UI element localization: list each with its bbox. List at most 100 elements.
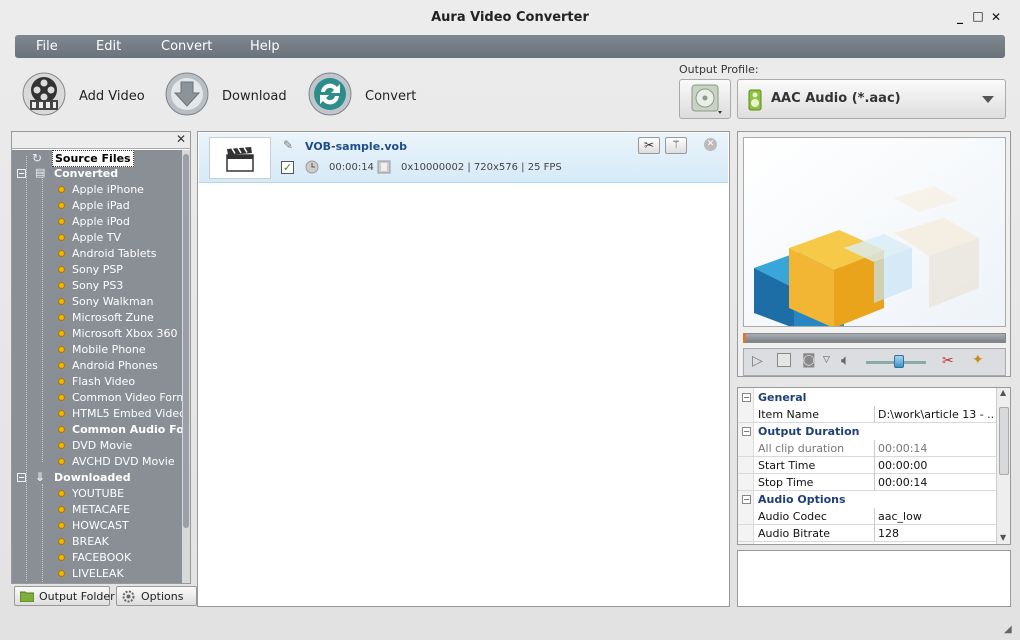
property-label: Item Name xyxy=(758,408,819,421)
tree-item-label: Apple iPad xyxy=(72,199,130,212)
trim-button[interactable]: ✂ xyxy=(638,137,660,154)
tree-item-label: Common Audio Formats xyxy=(72,423,182,436)
property-label: Audio Bitrate xyxy=(758,527,831,540)
bullet-icon xyxy=(58,330,65,337)
tree-item-label: HOWCAST xyxy=(72,519,129,532)
minimize-button[interactable]: _ xyxy=(952,10,968,24)
seek-bar[interactable] xyxy=(743,333,1006,343)
effects-button[interactable]: ⚚ xyxy=(665,137,687,154)
tree-item-label: Source Files xyxy=(52,150,134,167)
file-list-item[interactable]: ✎ VOB-sample.vob ✓ 00:00:14 0x10000002 |… xyxy=(199,133,728,183)
scissors-icon[interactable]: ✂ xyxy=(942,353,954,369)
close-icon[interactable]: ✕ xyxy=(176,132,186,146)
stop-icon[interactable] xyxy=(777,353,791,367)
bullet-icon xyxy=(58,394,65,401)
bullet-icon xyxy=(58,522,65,529)
tree-item-label: DVD Movie xyxy=(72,439,133,452)
property-row-all-clip[interactable]: All clip duration 00:00:14 xyxy=(738,440,996,457)
app-window: Aura Video Converter _ □ ✕ File Edit Con… xyxy=(0,0,1020,640)
scroll-up-icon[interactable]: ▲ xyxy=(1000,388,1006,397)
property-value[interactable]: aac_low xyxy=(878,510,994,523)
tree-item-label: FACEBOOK xyxy=(72,551,132,564)
tree-item-common-audio[interactable]: Common Audio Formats xyxy=(12,422,182,438)
property-value[interactable]: 00:00:00 xyxy=(878,459,994,472)
clock-icon xyxy=(305,160,319,174)
volume-slider-thumb[interactable] xyxy=(893,355,904,368)
tree-item-label: AVCHD DVD Movie xyxy=(72,455,175,468)
file-checkbox[interactable]: ✓ xyxy=(281,161,294,174)
section-label: Output Duration xyxy=(758,425,860,438)
tree-panel-header: ✕ xyxy=(12,132,190,149)
properties-scrollbar[interactable]: ▲ ▼ xyxy=(996,388,1010,544)
property-value[interactable]: D:\work\article 13 - ... xyxy=(878,408,994,421)
tree-item-label: Apple iPod xyxy=(72,215,130,228)
scrollbar-thumb[interactable] xyxy=(183,154,189,528)
add-video-button[interactable]: Add Video xyxy=(22,72,152,122)
property-row-audio-codec[interactable]: Audio Codec aac_low xyxy=(738,508,996,525)
tree-item-label: Apple TV xyxy=(72,231,122,244)
bullet-icon xyxy=(58,442,65,449)
property-row-audio-bitrate[interactable]: Audio Bitrate 128 xyxy=(738,525,996,542)
bullet-icon xyxy=(58,186,65,193)
property-value[interactable]: 128 xyxy=(878,527,994,540)
preview-panel: ▷ ◙ ▽ 🔈︎ ✂ ✦ xyxy=(737,131,1011,377)
tree-item-label: Converted xyxy=(54,167,119,180)
download-label: Download xyxy=(222,89,287,104)
tree-item-label: LIVELEAK xyxy=(72,567,124,580)
tree-item-label: Android Tablets xyxy=(72,247,157,260)
collapse-icon[interactable]: − xyxy=(742,427,751,436)
profile-tree-panel: ✕ ↻ Source Files − ▤ Converted Apple iPh… xyxy=(11,131,191,584)
chevron-down-icon[interactable]: ▽ xyxy=(823,355,830,365)
section-audio-options[interactable]: − Audio Options xyxy=(738,491,996,508)
camera-icon[interactable]: ◙ xyxy=(802,352,816,368)
tree-item-label: BREAK xyxy=(72,535,109,548)
scroll-down-icon[interactable]: ▼ xyxy=(1000,533,1006,542)
property-row-start-time[interactable]: Start Time 00:00:00 xyxy=(738,457,996,474)
close-button[interactable]: ✕ xyxy=(988,10,1004,24)
download-arrow-icon xyxy=(165,72,209,116)
file-name[interactable]: VOB-sample.vob xyxy=(305,140,407,153)
tree-item-common-video[interactable]: Common Video Formats xyxy=(12,390,182,406)
menu-edit[interactable]: Edit xyxy=(96,39,121,54)
convert-button[interactable]: Convert xyxy=(308,72,423,122)
menu-convert[interactable]: Convert xyxy=(161,39,212,54)
collapse-icon[interactable]: − xyxy=(17,169,26,178)
bullet-icon xyxy=(58,378,65,385)
collapse-icon[interactable]: − xyxy=(17,473,26,482)
scrollbar-thumb[interactable] xyxy=(999,407,1009,475)
volume-icon[interactable]: 🔈︎ xyxy=(841,351,850,369)
title-bar: Aura Video Converter _ □ ✕ xyxy=(0,0,1020,34)
output-folder-button[interactable]: Output Folder xyxy=(14,586,115,606)
resize-grip-icon[interactable]: ◢ xyxy=(1004,624,1016,636)
download-arrow-icon: ⇓ xyxy=(35,470,46,484)
tree-scrollbar[interactable] xyxy=(182,150,190,583)
convert-label: Convert xyxy=(365,89,417,104)
section-output-duration[interactable]: − Output Duration xyxy=(738,423,996,440)
section-general[interactable]: − General xyxy=(738,389,996,406)
property-value[interactable]: 00:00:14 xyxy=(878,476,994,489)
collapse-icon[interactable]: − xyxy=(742,495,751,504)
collapse-icon[interactable]: − xyxy=(742,393,751,402)
download-button[interactable]: Download xyxy=(165,72,290,122)
remove-item-icon[interactable]: ✕ xyxy=(704,138,717,151)
maximize-button[interactable]: □ xyxy=(970,9,986,23)
bullet-icon xyxy=(58,266,65,273)
magic-wand-icon: ⚚ xyxy=(671,138,681,151)
seek-position-marker[interactable] xyxy=(743,333,746,343)
tree-item-label: Mobile Phone xyxy=(72,343,146,356)
menu-file[interactable]: File xyxy=(36,39,58,54)
add-video-label: Add Video xyxy=(79,89,145,104)
menu-help[interactable]: Help xyxy=(250,39,280,54)
rename-pencil-icon[interactable]: ✎ xyxy=(283,138,293,152)
play-icon[interactable]: ▷ xyxy=(752,353,763,369)
options-button[interactable]: Options xyxy=(116,586,197,606)
output-profile-select[interactable]: AAC Audio (*.aac) xyxy=(737,79,1006,119)
tree-connector xyxy=(42,172,43,462)
output-profile-device-button[interactable] xyxy=(679,79,731,119)
file-list[interactable]: ✎ VOB-sample.vob ✓ 00:00:14 0x10000002 |… xyxy=(197,131,730,607)
property-row-stop-time[interactable]: Stop Time 00:00:14 xyxy=(738,474,996,491)
menu-bar: File Edit Convert Help xyxy=(15,35,1005,58)
property-row-item-name[interactable]: Item Name D:\work\article 13 - ... xyxy=(738,406,996,423)
magic-wand-icon[interactable]: ✦ xyxy=(972,352,984,368)
output-folder-label: Output Folder xyxy=(39,590,115,603)
